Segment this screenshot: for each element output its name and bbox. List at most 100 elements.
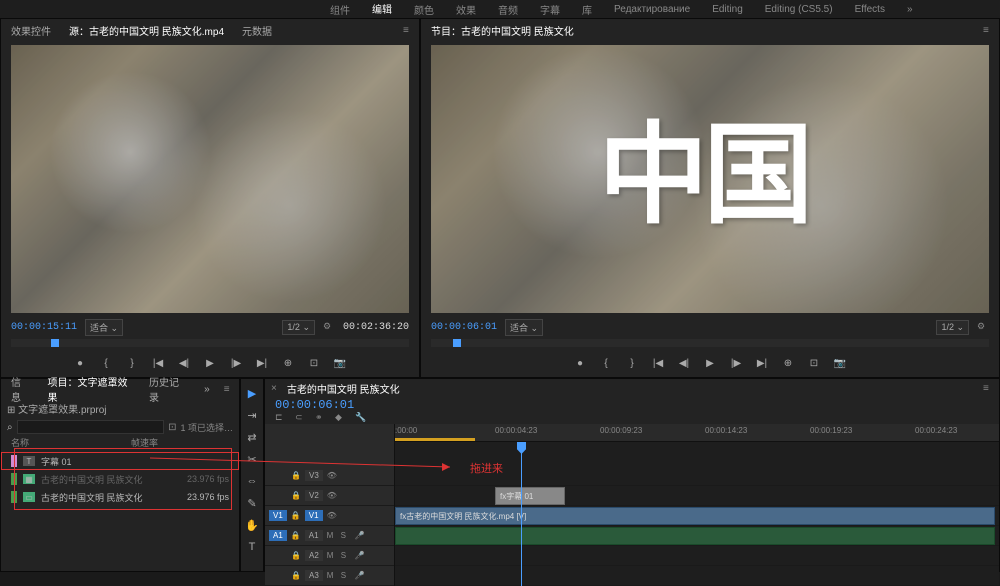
voice-over-icon[interactable]: 🎤 xyxy=(355,531,365,541)
toggle-output-icon[interactable]: 👁 xyxy=(327,491,337,501)
lock-icon[interactable]: 🔒 xyxy=(291,471,301,481)
track-label[interactable]: V1 xyxy=(305,510,323,521)
hand-tool[interactable]: ✋ xyxy=(244,517,260,533)
track-header-v2[interactable]: 🔒 V2 👁 xyxy=(265,486,394,506)
lock-icon[interactable]: 🔒 xyxy=(291,511,301,521)
track-a1[interactable] xyxy=(395,526,999,546)
program-viewport[interactable]: 中国 xyxy=(431,45,989,313)
solo-icon[interactable]: S xyxy=(341,551,351,561)
close-icon[interactable]: × xyxy=(271,383,277,394)
tab-editing-en[interactable]: Editing xyxy=(702,2,753,17)
track-header-v3[interactable]: 🔒 V3 👁 xyxy=(265,466,394,486)
project-item-sequence[interactable]: ▦ 古老的中国文明 民族文化 23.976 fps xyxy=(1,470,239,488)
project-item-title[interactable]: T 字幕 01 xyxy=(1,452,239,470)
goto-in-btn[interactable]: |◀ xyxy=(652,357,664,369)
col-framerate[interactable]: 帧速率 xyxy=(131,436,158,452)
overwrite-btn[interactable]: ⊡ xyxy=(308,357,320,369)
export-frame-btn[interactable]: 📷 xyxy=(334,357,346,369)
source-out-timecode[interactable]: 00:02:36:20 xyxy=(343,322,409,333)
linked-selection-icon[interactable]: ⚭ xyxy=(315,412,327,424)
goto-out-btn[interactable]: ▶| xyxy=(256,357,268,369)
mark-in-btn[interactable]: { xyxy=(100,357,112,369)
program-timecode[interactable]: 00:00:06:01 xyxy=(431,322,497,333)
track-select-tool[interactable]: ⇥ xyxy=(244,407,260,423)
tab-assembly[interactable]: 组件 xyxy=(320,0,360,19)
tab-metadata[interactable]: 元数据 xyxy=(238,21,276,40)
lift-btn[interactable]: ⊕ xyxy=(782,357,794,369)
track-label[interactable]: A2 xyxy=(305,550,323,561)
tab-source[interactable]: 源：古老的中国文明 民族文化.mp4 xyxy=(65,21,228,40)
nest-icon[interactable]: ⊏ xyxy=(275,412,287,424)
tab-color[interactable]: 颜色 xyxy=(404,0,444,19)
tab-effect-controls[interactable]: 效果控件 xyxy=(7,21,55,40)
video-clip[interactable]: fx 古老的中国文明 民族文化.mp4 [V] xyxy=(395,507,995,525)
goto-in-btn[interactable]: |◀ xyxy=(152,357,164,369)
insert-btn[interactable]: ⊕ xyxy=(282,357,294,369)
panel-menu-icon[interactable] xyxy=(403,25,413,36)
track-header-v1[interactable]: V1 🔒 V1 👁 xyxy=(265,506,394,526)
lock-icon[interactable]: 🔒 xyxy=(291,531,301,541)
track-header-a1[interactable]: A1 🔒 A1 M S 🎤 xyxy=(265,526,394,546)
play-btn[interactable]: ▶ xyxy=(204,357,216,369)
title-clip[interactable]: fx 字幕 01 xyxy=(495,487,565,505)
tab-editing-ru[interactable]: Редактирование xyxy=(604,2,700,17)
timeline-timecode[interactable]: 00:00:06:01 xyxy=(275,398,354,412)
program-zoom-dropdown[interactable]: 1/2 ⌄ xyxy=(936,320,969,335)
source-scrubber[interactable] xyxy=(11,339,409,347)
tracks-area[interactable]: :00:00 00:00:04:23 00:00:09:23 00:00:14:… xyxy=(395,424,999,586)
mark-out-btn[interactable]: } xyxy=(126,357,138,369)
snap-icon[interactable]: ⊂ xyxy=(295,412,307,424)
track-v2[interactable]: fx 字幕 01 xyxy=(395,486,999,506)
col-name[interactable]: 名称 xyxy=(11,436,131,452)
track-label[interactable]: V2 xyxy=(305,490,323,501)
tab-editing-cs55[interactable]: Editing (CS5.5) xyxy=(755,2,843,17)
pen-tool[interactable]: ✎ xyxy=(244,495,260,511)
track-header-a3[interactable]: 🔒 A3 M S 🎤 xyxy=(265,566,394,586)
settings-icon[interactable]: ⚙ xyxy=(323,321,335,333)
source-playhead[interactable] xyxy=(51,339,59,347)
settings-icon[interactable]: ⚙ xyxy=(977,321,989,333)
project-item-video[interactable]: ▭ 古老的中国文明 民族文化 23.976 fps xyxy=(1,488,239,506)
razor-tool[interactable]: ✂ xyxy=(244,451,260,467)
lock-icon[interactable]: 🔒 xyxy=(291,571,301,581)
step-back-btn[interactable]: ◀| xyxy=(678,357,690,369)
source-patch[interactable]: V1 xyxy=(269,510,287,521)
play-btn[interactable]: ▶ xyxy=(704,357,716,369)
track-header-a2[interactable]: 🔒 A2 M S 🎤 xyxy=(265,546,394,566)
selection-tool[interactable]: ▶ xyxy=(244,385,260,401)
panel-menu-icon[interactable] xyxy=(983,25,993,36)
lock-icon[interactable]: 🔒 xyxy=(291,551,301,561)
tab-program[interactable]: 节目：古老的中国文明 民族文化 xyxy=(427,21,578,40)
work-area-bar[interactable] xyxy=(395,438,475,441)
solo-icon[interactable]: S xyxy=(341,571,351,581)
mark-in-btn[interactable]: { xyxy=(600,357,612,369)
voice-over-icon[interactable]: 🎤 xyxy=(355,551,365,561)
step-fwd-btn[interactable]: |▶ xyxy=(230,357,242,369)
mute-icon[interactable]: M xyxy=(327,531,337,541)
track-label[interactable]: A1 xyxy=(305,530,323,541)
track-v1[interactable]: fx 古老的中国文明 民族文化.mp4 [V] xyxy=(395,506,999,526)
source-patch[interactable]: A1 xyxy=(269,530,287,541)
goto-out-btn[interactable]: ▶| xyxy=(756,357,768,369)
tab-effects[interactable]: 效果 xyxy=(446,0,486,19)
source-fit-dropdown[interactable]: 适合 ⌄ xyxy=(85,319,123,336)
add-marker-btn[interactable]: ● xyxy=(574,357,586,369)
tab-library[interactable]: 库 xyxy=(572,0,602,19)
program-playhead[interactable] xyxy=(453,339,461,347)
filter-icon[interactable]: ⊡ xyxy=(168,422,176,433)
toggle-output-icon[interactable]: 👁 xyxy=(327,511,337,521)
track-label[interactable]: V3 xyxy=(305,470,323,481)
mute-icon[interactable]: M xyxy=(327,571,337,581)
program-fit-dropdown[interactable]: 适合 ⌄ xyxy=(505,319,543,336)
settings-icon[interactable]: 🔧 xyxy=(355,412,367,424)
tabs-overflow[interactable]: » xyxy=(897,2,923,17)
time-ruler[interactable]: :00:00 00:00:04:23 00:00:09:23 00:00:14:… xyxy=(395,424,999,442)
project-search-input[interactable] xyxy=(17,420,164,434)
export-frame-btn[interactable]: 📷 xyxy=(834,357,846,369)
step-fwd-btn[interactable]: |▶ xyxy=(730,357,742,369)
source-in-timecode[interactable]: 00:00:15:11 xyxy=(11,322,77,333)
audio-clip[interactable] xyxy=(395,527,995,545)
tab-history[interactable]: 历史记录 xyxy=(145,372,190,406)
program-scrubber[interactable] xyxy=(431,339,989,347)
panel-menu-icon[interactable] xyxy=(983,383,993,394)
